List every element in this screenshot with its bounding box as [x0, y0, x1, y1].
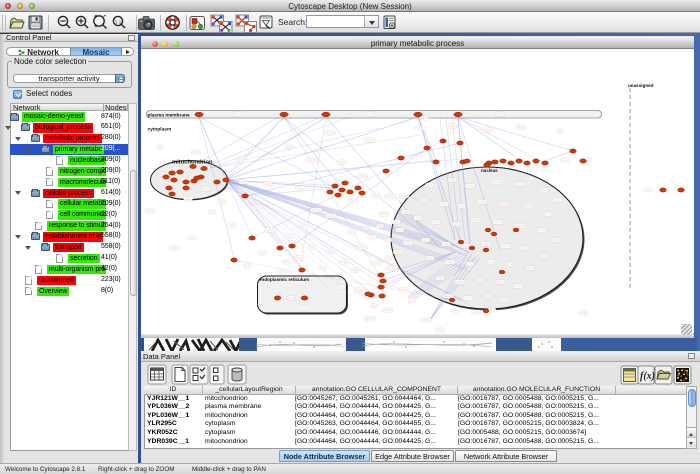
svg-text:mitochondrion: mitochondrion: [172, 160, 213, 166]
svg-text:1:1: 1:1: [115, 20, 122, 25]
svg-text:plasma membrane: plasma membrane: [148, 113, 190, 119]
svg-text:nucleus: nucleus: [481, 168, 498, 173]
svg-text:endoplasmic reticulum: endoplasmic reticulum: [259, 277, 309, 282]
svg-text:f(x): f(x): [640, 371, 655, 382]
svg-text:cytoplasm: cytoplasm: [148, 127, 172, 133]
svg-text:unassigned: unassigned: [628, 83, 654, 88]
